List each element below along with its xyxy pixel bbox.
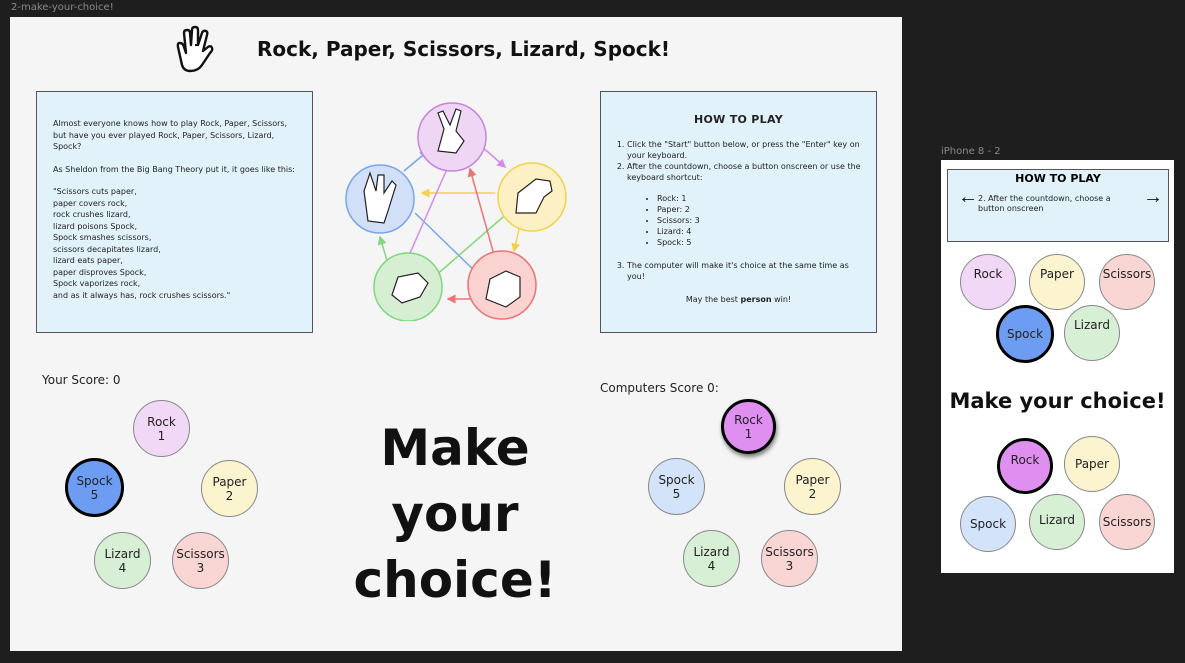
how-to-play-heading: HOW TO PLAY bbox=[693, 113, 783, 126]
shortcut-item: Paper: 2 bbox=[657, 204, 862, 215]
frame-label-desktop: 2-make-your-choice! bbox=[11, 2, 114, 13]
phone-player-scissors-button[interactable]: Scissors bbox=[1099, 254, 1155, 310]
player-spock-button[interactable]: Spock 5 bbox=[65, 458, 124, 517]
frame-label-phone: iPhone 8 - 2 bbox=[941, 146, 1001, 157]
phone-frame: HOW TO PLAY ← 2. After the countdown, ch… bbox=[941, 160, 1174, 573]
shortcut-item: Rock: 1 bbox=[657, 193, 862, 204]
player-rock-button[interactable]: Rock 1 bbox=[133, 400, 190, 457]
phone-computer-lizard-button: Lizard bbox=[1029, 494, 1085, 550]
intro-quote: "Scissors cuts paper, paper covers rock,… bbox=[53, 187, 231, 300]
good-luck-text: May the best person win! bbox=[685, 295, 792, 304]
desktop-frame: Rock, Paper, Scissors, Lizard, Spock! Al… bbox=[10, 17, 902, 651]
howto-step-3: The computer will make it's choice at th… bbox=[627, 260, 862, 282]
player-scissors-button[interactable]: Scissors 3 bbox=[172, 532, 229, 589]
howto-step-1: Click the "Start" button below, or press… bbox=[627, 139, 862, 161]
howto-step-2: After the countdown, choose a button ons… bbox=[627, 161, 862, 183]
shortcut-item: Scissors: 3 bbox=[657, 215, 862, 226]
computer-spock-button: Spock 5 bbox=[648, 458, 705, 515]
intro-text-2: As Sheldon from the Big Bang Theory put … bbox=[53, 164, 295, 174]
phone-player-paper-button[interactable]: Paper bbox=[1029, 254, 1085, 310]
arrow-left-icon[interactable]: ← bbox=[958, 186, 978, 209]
player-paper-button[interactable]: Paper 2 bbox=[201, 460, 258, 517]
intro-text-1: Almost everyone knows how to play Rock, … bbox=[53, 119, 288, 151]
player-lizard-button[interactable]: Lizard 4 bbox=[94, 532, 151, 589]
rules-diagram bbox=[345, 102, 567, 321]
how-to-play-panel: HOW TO PLAY Click the "Start" button bel… bbox=[600, 91, 877, 333]
vulcan-salute-hand-icon bbox=[176, 25, 214, 73]
phone-player-rock-button[interactable]: Rock bbox=[960, 254, 1016, 310]
phone-computer-spock-button: Spock bbox=[960, 496, 1016, 552]
phone-howto-step: 2. After the countdown, choose a button … bbox=[978, 194, 1111, 213]
computer-scissors-button: Scissors 3 bbox=[761, 530, 818, 587]
phone-make-your-choice-headline: Make your choice! bbox=[949, 389, 1166, 413]
phone-player-lizard-button[interactable]: Lizard bbox=[1064, 305, 1120, 361]
your-score: Your Score: 0 bbox=[42, 373, 121, 387]
phone-how-to-play-heading: HOW TO PLAY bbox=[1015, 172, 1101, 185]
page-title: Rock, Paper, Scissors, Lizard, Spock! bbox=[257, 37, 671, 61]
phone-how-to-play-panel: HOW TO PLAY ← 2. After the countdown, ch… bbox=[947, 169, 1169, 242]
phone-computer-paper-button: Paper bbox=[1064, 436, 1120, 492]
shortcut-item: Lizard: 4 bbox=[657, 226, 862, 237]
phone-computer-scissors-button: Scissors bbox=[1099, 494, 1155, 550]
intro-panel: Almost everyone knows how to play Rock, … bbox=[36, 91, 313, 333]
phone-computer-rock-button: Rock bbox=[997, 438, 1053, 494]
computer-score: Computers Score 0: bbox=[600, 381, 719, 395]
make-your-choice-headline: Make your choice! bbox=[353, 419, 557, 609]
arrow-right-icon[interactable]: → bbox=[1143, 186, 1163, 209]
phone-player-spock-button[interactable]: Spock bbox=[996, 305, 1054, 363]
computer-lizard-button: Lizard 4 bbox=[683, 530, 740, 587]
computer-rock-button: Rock 1 bbox=[721, 399, 776, 454]
shortcut-item: Spock: 5 bbox=[657, 237, 862, 248]
computer-paper-button: Paper 2 bbox=[784, 458, 841, 515]
